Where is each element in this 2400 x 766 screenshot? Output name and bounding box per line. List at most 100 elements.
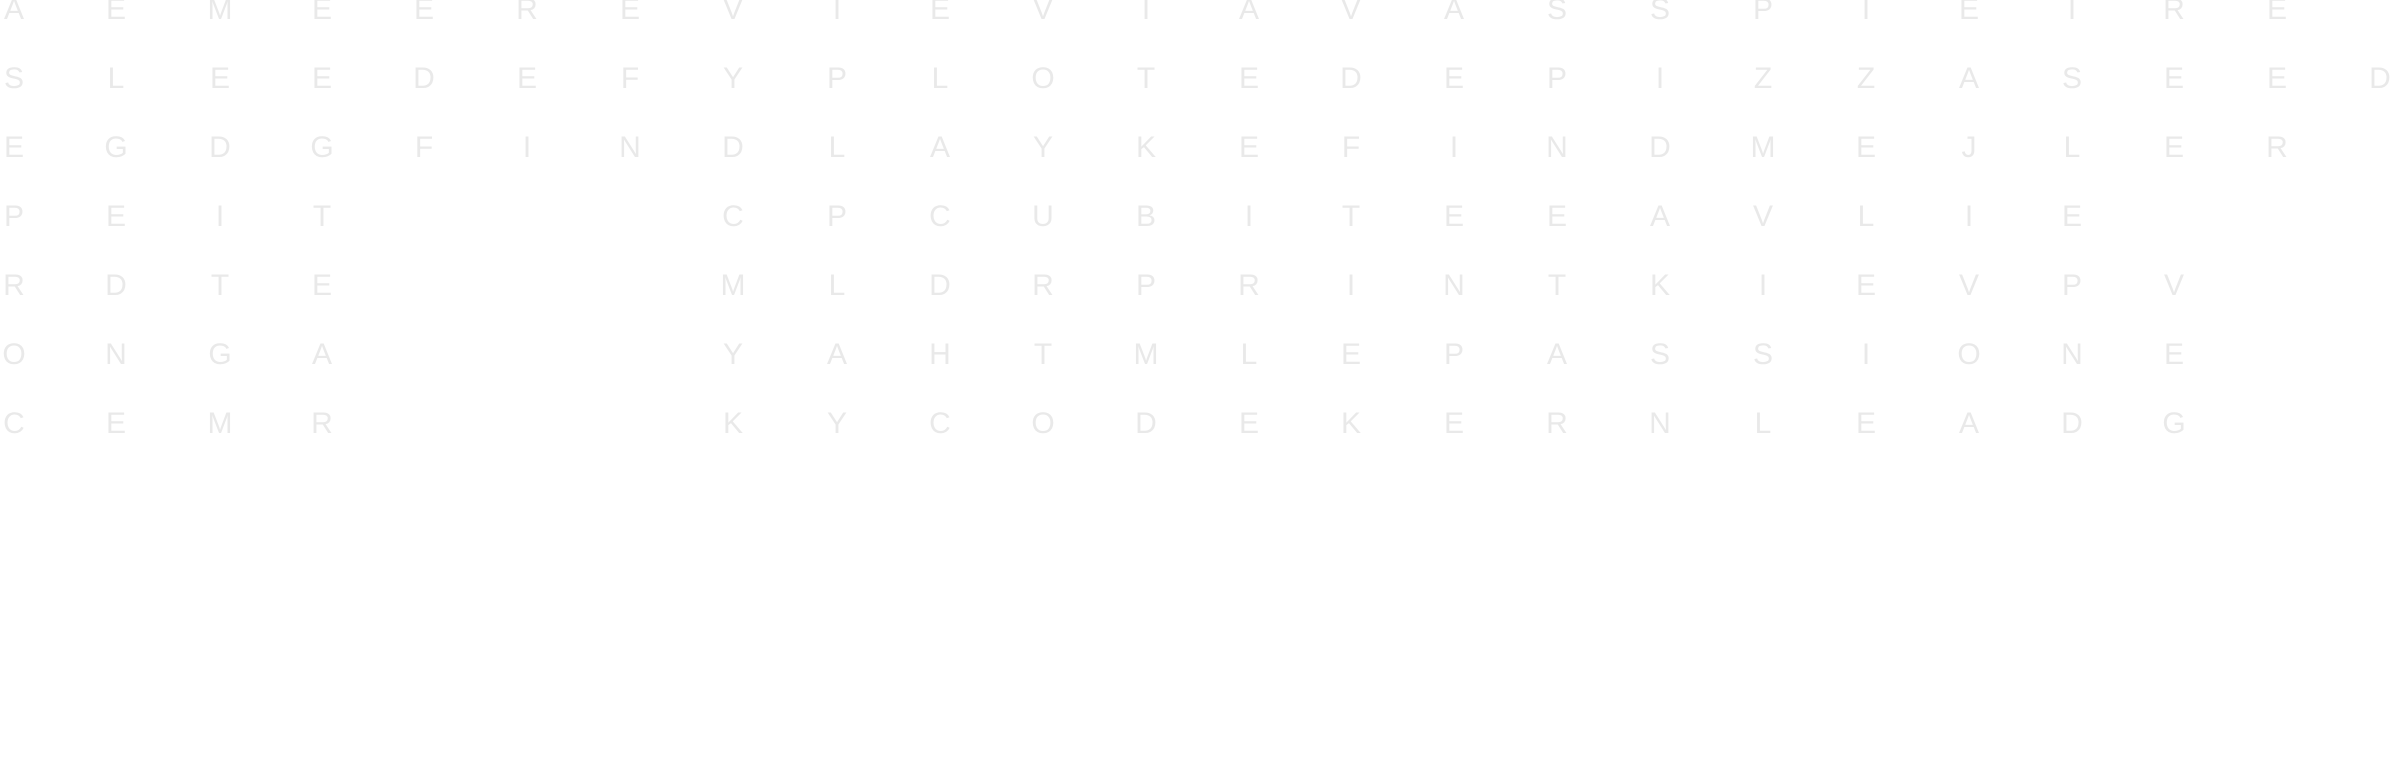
letter-cell: R: [3, 269, 25, 302]
letter-cell: E: [105, 0, 126, 26]
letter-cell: R: [1238, 269, 1260, 302]
letter-cell: F: [1341, 131, 1361, 164]
letter-cell: E: [1855, 131, 1876, 164]
letter-cell: O: [1957, 338, 1981, 371]
letter-cell: I: [832, 0, 842, 26]
letter-cell: O: [1031, 62, 1055, 95]
letter-cell: O: [1031, 407, 1055, 440]
letter-cell: E: [2266, 0, 2287, 26]
letter-cell: Z: [1753, 62, 1773, 95]
letter-cell: E: [1443, 200, 1464, 233]
letter-cell: V: [1958, 269, 1979, 302]
letter-cell: R: [311, 407, 333, 440]
letter-cell: N: [1443, 269, 1465, 302]
letter-cell: L: [828, 131, 846, 164]
letter-cell: R: [1546, 407, 1568, 440]
letter-cell: G: [2162, 407, 2186, 440]
letter-cell: P: [2061, 269, 2082, 302]
letter-cell: D: [2061, 407, 2083, 440]
letter-cell: L: [1857, 200, 1875, 233]
letter-cell: Y: [1032, 131, 1053, 164]
letter-cell: E: [105, 200, 126, 233]
letter-cell: L: [1754, 407, 1772, 440]
letter-cell: E: [2266, 62, 2287, 95]
letter-cell: P: [826, 200, 847, 233]
letter-cell: E: [1855, 269, 1876, 302]
letter-cell: S: [1649, 338, 1670, 371]
letter-cell: C: [929, 200, 951, 233]
letter-cell: E: [1855, 407, 1876, 440]
letter-cell: O: [2, 338, 26, 371]
letter-cell: D: [929, 269, 951, 302]
letter-cell: P: [1752, 0, 1773, 26]
letter-cell: V: [1752, 200, 1773, 233]
letter-cell: D: [2369, 62, 2391, 95]
letter-cell: T: [1136, 62, 1156, 95]
letter-cell: R: [2266, 131, 2288, 164]
letter-cell: S: [2061, 62, 2082, 95]
letter-cell: E: [2061, 200, 2082, 233]
letter-cell: V: [2163, 269, 2184, 302]
letter-cell: T: [1547, 269, 1567, 302]
letter-cell: D: [413, 62, 435, 95]
word-search-grid: A E M E E R E V I E V I A V A S S P I E …: [0, 0, 2400, 766]
letter-cell: V: [1032, 0, 1053, 26]
letter-cell: K: [722, 407, 743, 440]
letter-cell: A: [929, 131, 950, 164]
letter-cell: D: [209, 131, 231, 164]
letter-cell: I: [1861, 338, 1871, 371]
letter-cell: P: [3, 200, 24, 233]
letter-cell: D: [1649, 131, 1671, 164]
letter-cell: C: [3, 407, 25, 440]
letter-cell: E: [1443, 407, 1464, 440]
letter-cell: A: [1238, 0, 1259, 26]
letter-cell: R: [2163, 0, 2185, 26]
letter-cell: E: [2163, 338, 2184, 371]
letter-cell: K: [1649, 269, 1670, 302]
letter-cell: K: [1135, 131, 1156, 164]
letter-cell: I: [1964, 200, 1974, 233]
letter-cell: E: [929, 0, 950, 26]
letter-cell: E: [311, 269, 332, 302]
letter-cell: E: [2163, 62, 2184, 95]
letter-cell: [2154, 201, 2194, 233]
letter-cell: I: [1655, 62, 1665, 95]
letter-cell: E: [3, 131, 24, 164]
letter-cell: A: [1649, 200, 1670, 233]
letter-cell: A: [826, 338, 847, 371]
letter-cell: E: [1238, 407, 1259, 440]
letter-cell: Y: [722, 338, 743, 371]
letter-cell: E: [105, 407, 126, 440]
letter-cell: L: [2063, 131, 2081, 164]
letter-cell: D: [1340, 62, 1362, 95]
letter-cell: J: [1961, 131, 1977, 164]
letter-cell: E: [413, 0, 434, 26]
letter-cell: E: [619, 0, 640, 26]
letter-cell: K: [1340, 407, 1361, 440]
letter-cell: I: [1861, 0, 1871, 26]
letter-cell: [2257, 270, 2297, 302]
letter-cell: N: [1546, 131, 1568, 164]
letter-cell: E: [516, 62, 537, 95]
letter-cell: B: [1135, 200, 1156, 233]
letter-cell: N: [105, 338, 127, 371]
letter-cell: F: [414, 131, 434, 164]
letter-cell: D: [105, 269, 127, 302]
letter-cell: [2257, 201, 2297, 233]
letter-cell: M: [207, 407, 233, 440]
letter-cell: T: [1341, 200, 1361, 233]
letter-cell: A: [3, 0, 24, 26]
letter-cell: H: [929, 338, 951, 371]
letter-cell: L: [1240, 338, 1258, 371]
letter-cell: D: [722, 131, 744, 164]
letter-cell: A: [1958, 407, 1979, 440]
letter-cell: Y: [722, 62, 743, 95]
letter-cell: S: [1752, 338, 1773, 371]
letter-cell: I: [1346, 269, 1356, 302]
letter-cell: Y: [826, 407, 847, 440]
letter-cell: E: [1546, 200, 1567, 233]
letter-cell: P: [1135, 269, 1156, 302]
letter-cell: P: [1443, 338, 1464, 371]
letter-cell: T: [312, 200, 332, 233]
letter-cell: V: [1340, 0, 1361, 26]
